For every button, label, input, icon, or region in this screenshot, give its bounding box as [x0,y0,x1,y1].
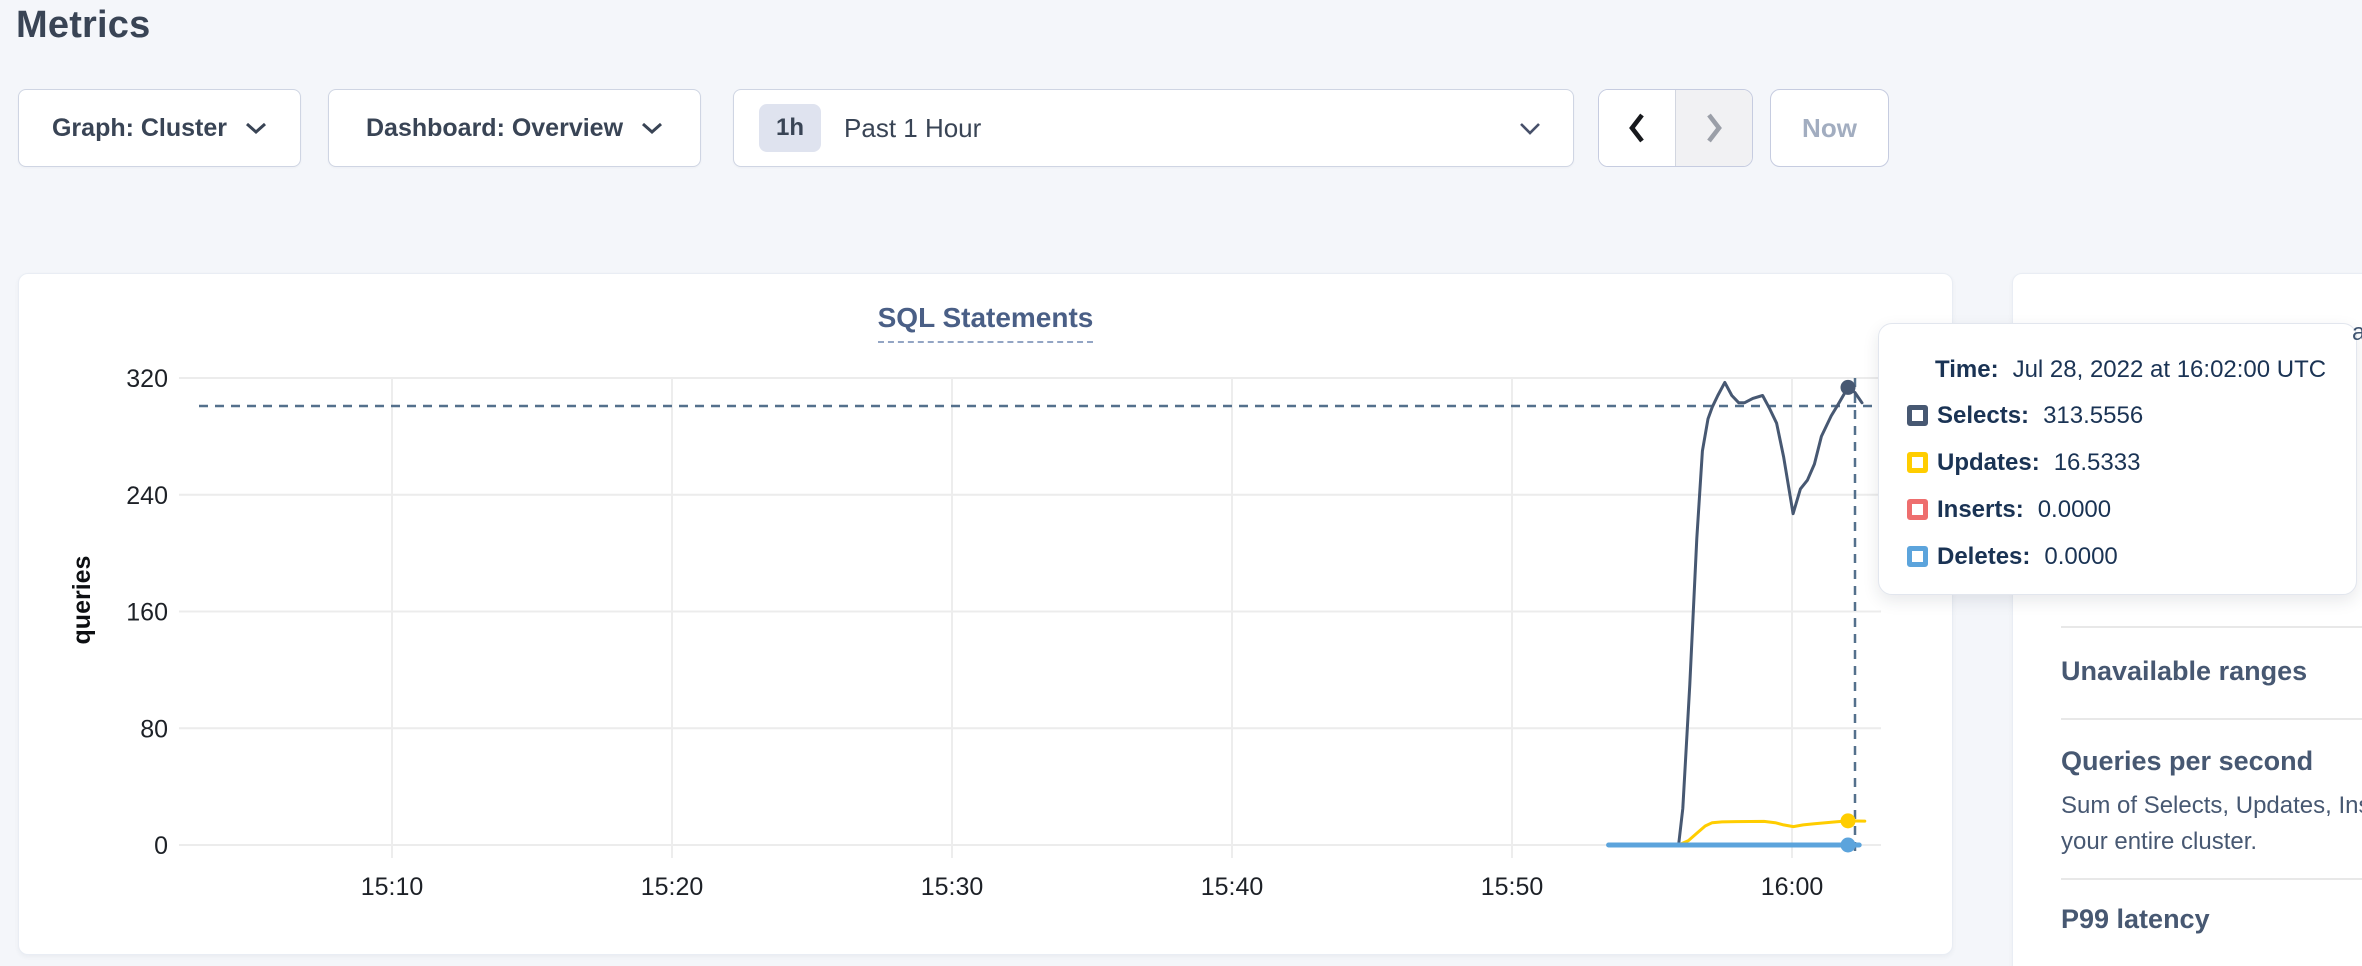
clipped-sidebar-text: a [2352,319,2362,347]
tooltip-deletes-label: Deletes: [1937,543,2030,571]
sidebar-heading-queries-per-second: Queries per second [2061,746,2313,777]
chevron-down-icon [1519,122,1541,135]
dashboard-dropdown-label: Dashboard: Overview [366,114,623,143]
divider [2061,626,2362,628]
chart-title: SQL Statements [878,302,1094,343]
chevron-left-icon [1627,111,1647,145]
sidebar-heading-unavailable-ranges: Unavailable ranges [2061,656,2307,687]
selects-series-swatch [1907,405,1928,426]
tooltip-time-label: Time: [1935,356,1999,384]
graph-dropdown[interactable]: Graph: Cluster [18,89,301,167]
tooltip-inserts-label: Inserts: [1937,496,2024,524]
inserts-series-swatch [1907,499,1928,520]
now-button[interactable]: Now [1770,89,1889,167]
tooltip-updates-label: Updates: [1937,449,2040,477]
tooltip-inserts-value: 0.0000 [2038,496,2111,524]
tooltip-time-value: Jul 28, 2022 at 16:02:00 UTC [2013,356,2327,384]
dashboard-dropdown[interactable]: Dashboard: Overview [328,89,701,167]
sidebar-description: Sum of Selects, Updates, Inser your enti… [2061,788,2362,860]
divider [2061,718,2362,720]
chevron-down-icon [641,122,663,134]
time-window-badge: 1h [759,104,821,152]
now-button-label: Now [1802,113,1857,144]
tooltip-deletes-value: 0.0000 [2044,543,2117,571]
chart-tooltip: Time: Jul 28, 2022 at 16:02:00 UTC Selec… [1878,323,2357,595]
chevron-right-icon [1704,111,1724,145]
graph-dropdown-label: Graph: Cluster [52,114,227,143]
page-title: Metrics [16,4,150,47]
updates-series-swatch [1907,452,1928,473]
chevron-down-icon [245,122,267,134]
tooltip-updates-value: 16.5333 [2054,449,2141,477]
time-window-label: Past 1 Hour [844,113,981,144]
divider [2061,878,2362,880]
deletes-series-swatch [1907,546,1928,567]
time-window-selector[interactable]: 1h Past 1 Hour [733,89,1574,167]
sql-statements-chart-card: SQL Statements [18,273,1953,955]
sidebar-heading-p99-latency: P99 latency [2061,904,2210,935]
tooltip-selects-value: 313.5556 [2043,402,2143,430]
next-timespan-button[interactable] [1676,90,1752,166]
time-pager [1598,89,1753,167]
previous-timespan-button[interactable] [1599,90,1676,166]
tooltip-selects-label: Selects: [1937,402,2029,430]
